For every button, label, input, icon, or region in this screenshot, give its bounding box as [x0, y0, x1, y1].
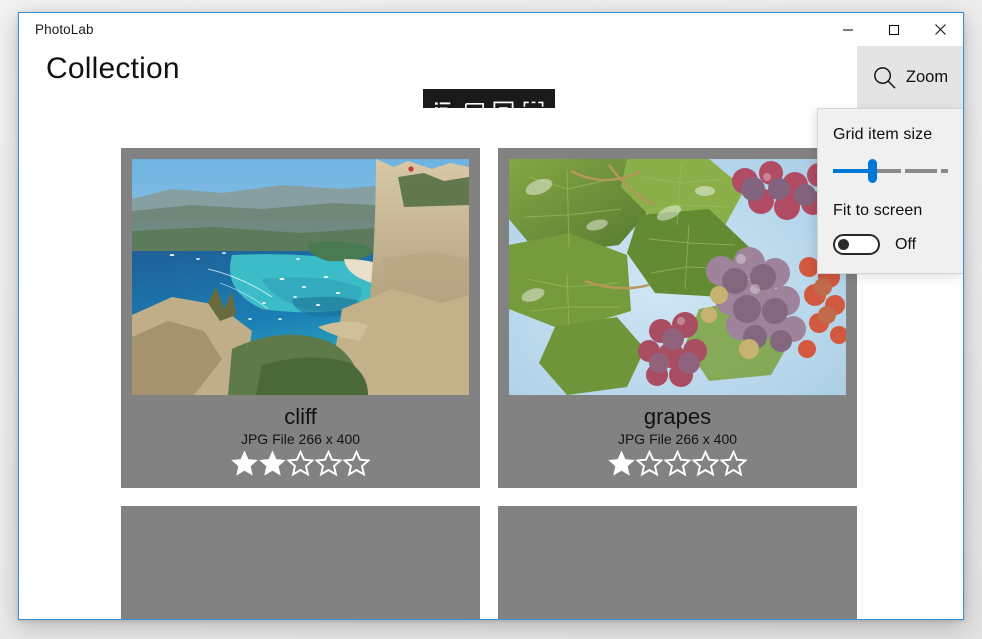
title-bar: PhotoLab [19, 13, 963, 46]
photo-title: cliff [284, 404, 317, 429]
photo-card[interactable]: cliff JPG File 266 x 400 [121, 148, 480, 489]
close-button[interactable] [917, 13, 963, 46]
close-icon [934, 24, 946, 35]
photo-thumbnail[interactable] [509, 159, 846, 395]
photo-metadata: grapes JPG File 266 x 400 [509, 395, 846, 477]
star-empty-icon[interactable] [720, 450, 747, 477]
grid-item-size-label: Grid item size [833, 126, 933, 143]
photo-rating[interactable] [509, 450, 846, 477]
photo-file-info: JPG File 266 x 400 [240, 431, 361, 448]
application-window: PhotoLab Collection Zoom cliff JPG File … [18, 12, 964, 620]
photo-thumbnail[interactable] [509, 517, 846, 619]
slider-fill [833, 169, 873, 173]
autumn-forest-path-photo [509, 517, 846, 619]
photo-thumbnail[interactable] [132, 159, 469, 395]
star-filled-icon[interactable] [231, 450, 258, 477]
zoom-button[interactable]: Zoom [857, 46, 963, 108]
zoom-flyout-panel: Grid item size Fit to screen Off [817, 108, 963, 274]
star-filled-icon[interactable] [608, 450, 635, 477]
coastal-cliff-bay-photo [132, 159, 469, 395]
slider-thumb[interactable] [867, 159, 877, 183]
green-leaves-photo [132, 517, 469, 619]
fit-to-screen-label: Fit to screen [833, 202, 923, 219]
grape-cluster-vine-photo [509, 159, 846, 395]
fit-to-screen-row: Off [833, 234, 948, 255]
toggle-knob [838, 239, 849, 250]
star-empty-icon[interactable] [315, 450, 342, 477]
photo-grid: cliff JPG File 266 x 400 grapes JPG File… [121, 148, 877, 619]
maximize-button[interactable] [871, 13, 917, 46]
slider-tick-segment [941, 169, 948, 173]
caption-button-group [825, 13, 963, 46]
photo-rating[interactable] [132, 450, 469, 477]
star-empty-icon[interactable] [692, 450, 719, 477]
star-filled-icon[interactable] [259, 450, 286, 477]
star-empty-icon[interactable] [343, 450, 370, 477]
fit-to-screen-toggle[interactable] [833, 234, 880, 255]
minimize-button[interactable] [825, 13, 871, 46]
page-title: Collection [46, 52, 180, 85]
fit-to-screen-state: Off [895, 235, 917, 253]
zoom-button-label: Zoom [905, 67, 949, 86]
photo-card[interactable]: grapes JPG File 266 x 400 [498, 148, 857, 489]
star-empty-icon[interactable] [636, 450, 663, 477]
window-title: PhotoLab [35, 22, 94, 37]
star-empty-icon[interactable] [664, 450, 691, 477]
grid-item-size-slider[interactable] [833, 158, 948, 184]
slider-tick-segment [905, 169, 937, 173]
minimize-icon [843, 28, 853, 31]
photo-card[interactable] [121, 506, 480, 619]
maximize-icon [888, 24, 900, 35]
photo-thumbnail[interactable] [132, 517, 469, 619]
photo-file-info: JPG File 266 x 400 [617, 431, 738, 448]
photo-card[interactable] [498, 506, 857, 619]
photo-title: grapes [643, 404, 712, 429]
header-row: Collection Zoom [19, 46, 963, 140]
search-icon [874, 66, 896, 89]
star-empty-icon[interactable] [287, 450, 314, 477]
photo-metadata: cliff JPG File 266 x 400 [132, 395, 469, 477]
